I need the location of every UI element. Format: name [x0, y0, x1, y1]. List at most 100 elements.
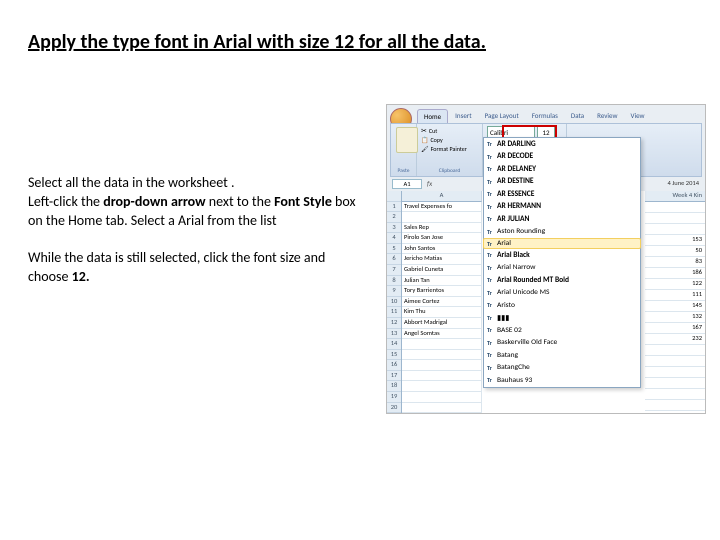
cell[interactable] — [645, 356, 705, 367]
font-option[interactable]: Tr▮▮▮ — [484, 312, 640, 325]
font-option[interactable]: TrBatang — [484, 349, 640, 362]
tab-pagelayout[interactable]: Page Layout — [479, 109, 525, 123]
tab-home[interactable]: Home — [417, 109, 448, 123]
row-header[interactable]: 20 — [387, 403, 401, 414]
font-option[interactable]: TrAristo — [484, 299, 640, 312]
name-box[interactable]: A1 — [392, 179, 422, 189]
cell[interactable] — [645, 389, 705, 400]
excel-screenshot: Home Insert Page Layout Formulas Data Re… — [386, 104, 706, 414]
row-header[interactable]: 1 — [387, 202, 401, 213]
row-header[interactable]: 7 — [387, 265, 401, 276]
tab-formulas[interactable]: Formulas — [526, 109, 564, 123]
row-header[interactable]: 3 — [387, 223, 401, 234]
row-header[interactable]: 10 — [387, 297, 401, 308]
cell[interactable] — [402, 403, 482, 414]
format-painter-button[interactable]: Format Painter — [421, 145, 478, 153]
cell[interactable]: Travel Expenses fo — [402, 202, 482, 213]
cell[interactable]: Tory Barrientos — [402, 286, 482, 297]
cell[interactable]: 232 — [645, 334, 705, 345]
cell[interactable] — [402, 381, 482, 392]
col-header[interactable]: A — [402, 191, 482, 202]
font-option[interactable]: TrArial Rounded MT Bold — [484, 274, 640, 287]
font-name-label: Arial — [497, 239, 511, 248]
cell[interactable]: Julian Tan — [402, 276, 482, 287]
row-header[interactable]: 15 — [387, 350, 401, 361]
cell[interactable]: Sales Rep — [402, 223, 482, 234]
row-header[interactable]: 2 — [387, 212, 401, 223]
cell[interactable] — [645, 224, 705, 235]
row-header[interactable]: 19 — [387, 392, 401, 403]
tab-data[interactable]: Data — [565, 109, 590, 123]
font-name-label: Bauhaus 93 — [497, 376, 532, 385]
font-option[interactable]: TrAR DECODE — [484, 151, 640, 164]
cell[interactable] — [645, 367, 705, 378]
font-option[interactable]: TrArial Narrow — [484, 262, 640, 275]
cell[interactable] — [402, 212, 482, 223]
row-header[interactable]: 11 — [387, 307, 401, 318]
cell[interactable]: Abbort Madrigal — [402, 318, 482, 329]
cell[interactable]: John Santos — [402, 244, 482, 255]
cell[interactable] — [402, 339, 482, 350]
row-header[interactable]: 14 — [387, 339, 401, 350]
cell[interactable]: 83 — [645, 257, 705, 268]
font-option[interactable]: TrBaskerville Old Face — [484, 337, 640, 350]
cut-button[interactable]: Cut — [421, 126, 478, 135]
row-header[interactable]: 13 — [387, 329, 401, 340]
row-header[interactable]: 4 — [387, 233, 401, 244]
cell[interactable] — [645, 400, 705, 411]
cell[interactable] — [645, 411, 705, 414]
font-option[interactable]: TrArial Black — [484, 249, 640, 262]
tab-view[interactable]: View — [625, 109, 651, 123]
row-header[interactable]: 12 — [387, 318, 401, 329]
font-option[interactable]: TrAR ESSENCE — [484, 188, 640, 201]
tab-review[interactable]: Review — [591, 109, 623, 123]
font-option[interactable]: TrAR HERMANN — [484, 201, 640, 214]
tab-insert[interactable]: Insert — [449, 109, 477, 123]
cell[interactable]: Jericho Matias — [402, 254, 482, 265]
font-option[interactable]: TrAR DARLING — [484, 138, 640, 151]
truetype-icon: Tr — [487, 326, 497, 334]
font-option[interactable]: TrArial Unicode MS — [484, 287, 640, 300]
cell[interactable]: 186 — [645, 268, 705, 279]
row-header[interactable]: 9 — [387, 286, 401, 297]
cell[interactable]: 111 — [645, 290, 705, 301]
cell[interactable] — [402, 350, 482, 361]
row-header[interactable]: 17 — [387, 371, 401, 382]
cell[interactable] — [645, 345, 705, 356]
cell[interactable]: Gabriel Cuneta — [402, 265, 482, 276]
cell[interactable]: 122 — [645, 279, 705, 290]
cell[interactable] — [402, 371, 482, 382]
cell[interactable]: 50 — [645, 246, 705, 257]
row-header[interactable]: 16 — [387, 360, 401, 371]
row-header[interactable]: 6 — [387, 254, 401, 265]
cell[interactable]: Pirolo San Jose — [402, 233, 482, 244]
cell[interactable] — [402, 392, 482, 403]
cell[interactable] — [645, 213, 705, 224]
row-header[interactable]: 5 — [387, 244, 401, 255]
cell[interactable] — [645, 202, 705, 213]
font-option[interactable]: TrAR JULIAN — [484, 213, 640, 226]
cell[interactable]: Kim Thu — [402, 307, 482, 318]
font-dropdown-list[interactable]: TrAR DARLINGTrAR DECODETrAR DELANEYTrAR … — [483, 137, 641, 388]
font-option[interactable]: TrArial — [483, 238, 641, 249]
col-header[interactable]: Week 4 Kin — [645, 191, 705, 202]
cell[interactable]: 153 — [645, 235, 705, 246]
cell[interactable]: Angel Somtas — [402, 329, 482, 340]
fx-icon[interactable]: fx — [427, 179, 432, 188]
font-option[interactable]: TrBASE 02 — [484, 324, 640, 337]
paste-button[interactable] — [396, 127, 418, 153]
font-option[interactable]: TrBauhaus 93 — [484, 374, 640, 387]
cell[interactable]: 132 — [645, 312, 705, 323]
font-option[interactable]: TrBatangChe — [484, 362, 640, 375]
row-header[interactable]: 18 — [387, 381, 401, 392]
font-option[interactable]: TrAR DESTINE — [484, 176, 640, 189]
font-option[interactable]: TrAston Rounding — [484, 226, 640, 239]
font-option[interactable]: TrAR DELANEY — [484, 163, 640, 176]
cell[interactable]: 167 — [645, 323, 705, 334]
cell[interactable]: 145 — [645, 301, 705, 312]
copy-button[interactable]: Copy — [421, 136, 478, 144]
cell[interactable]: Aimee Cortez — [402, 297, 482, 308]
row-header[interactable]: 8 — [387, 276, 401, 287]
cell[interactable] — [645, 378, 705, 389]
cell[interactable] — [402, 360, 482, 371]
